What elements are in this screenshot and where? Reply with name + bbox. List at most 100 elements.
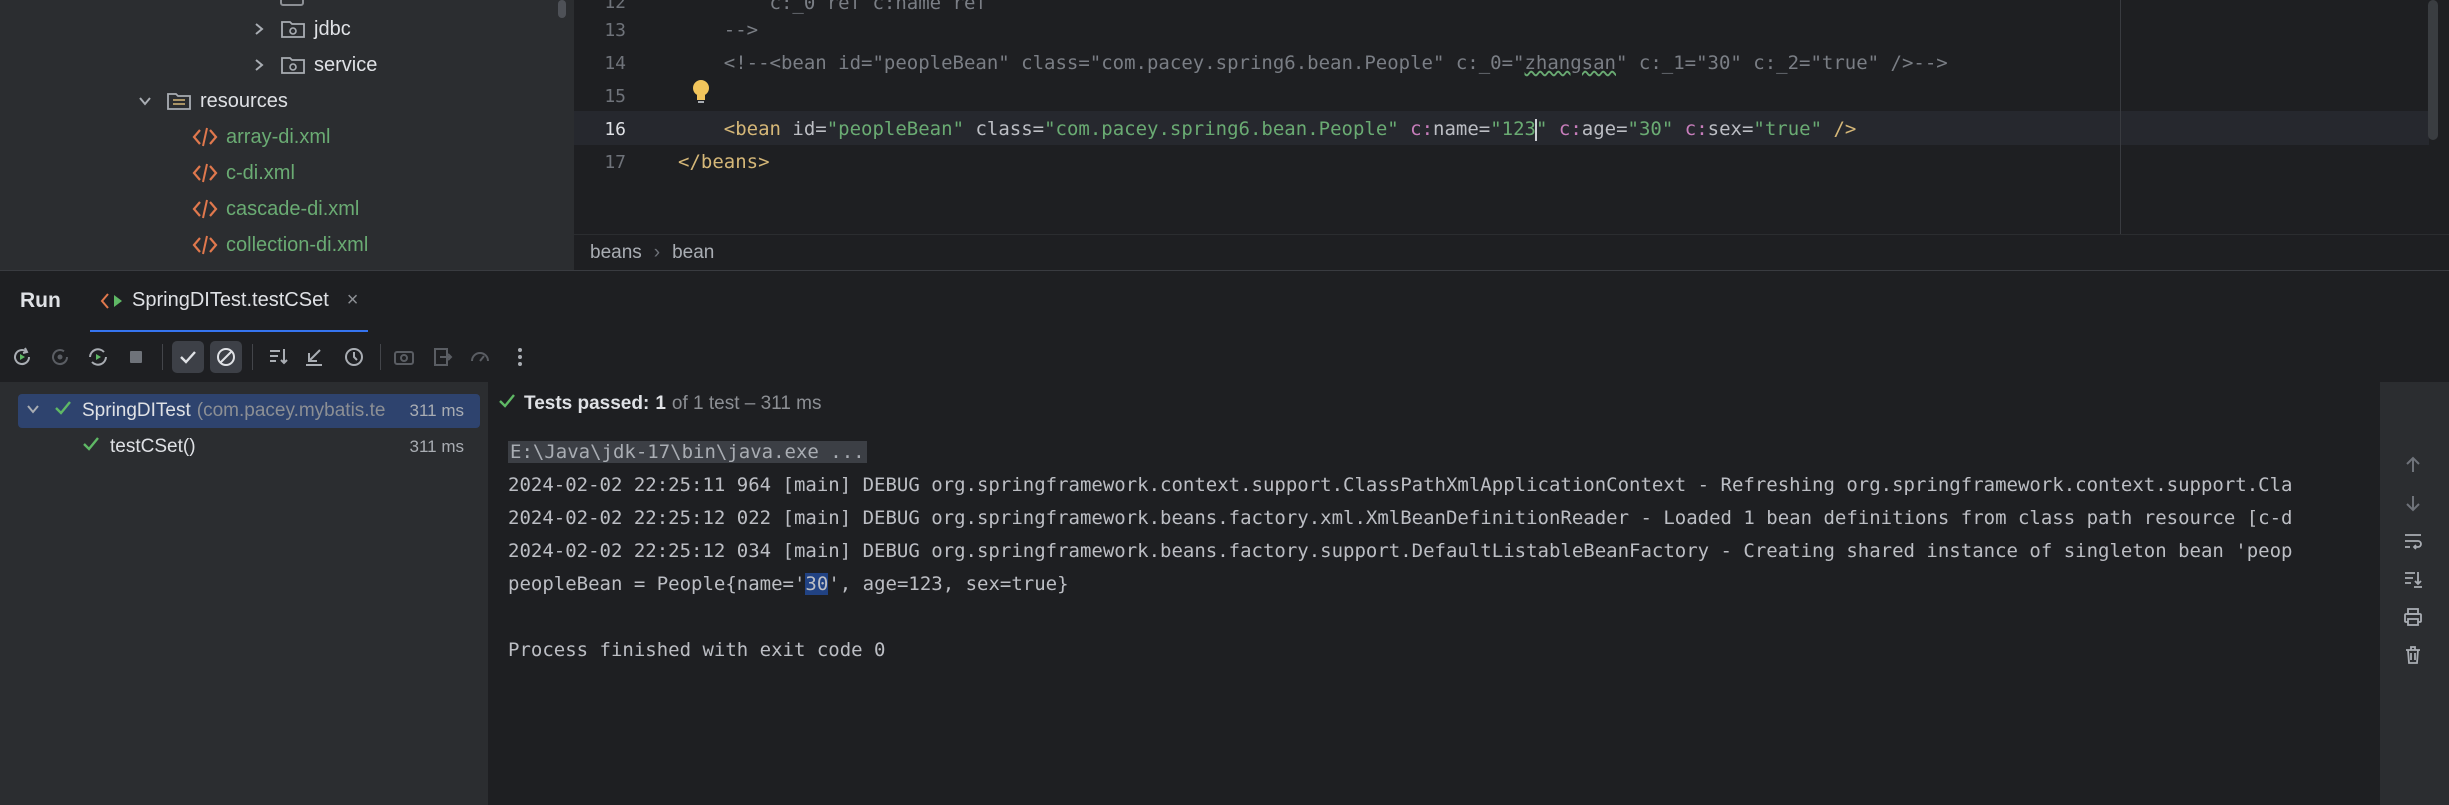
package-folder-icon	[280, 18, 306, 40]
test-run-icon	[100, 291, 124, 311]
run-toolbar	[0, 332, 2449, 382]
check-icon	[498, 392, 516, 416]
tree-item-collection-di-xml[interactable]: collection-di.xml	[192, 228, 368, 262]
code-line-14: <!--<bean id="peopleBean" class="com.pac…	[678, 52, 1948, 74]
tree-item-label: array-di.xml	[226, 125, 331, 148]
console-panel: Tests passed: 1 of 1 test – 311 ms E:\Ja…	[488, 382, 2380, 805]
line-number: 13	[604, 20, 626, 41]
lightbulb-icon[interactable]	[690, 78, 712, 104]
xml-file-icon	[192, 234, 218, 256]
soft-wrap-icon[interactable]	[2398, 526, 2428, 556]
tree-item-c-di-xml[interactable]: c-di.xml	[192, 156, 295, 190]
editor-gutter: 12 13 14 15 16 17	[574, 0, 678, 234]
breadcrumb: beans › bean	[574, 234, 2449, 271]
tree-item-label: collection-di.xml	[226, 233, 369, 256]
run-tab-springditest-testcset[interactable]: SpringDITest.testCSet ×	[90, 271, 369, 333]
chevron-right-icon[interactable]	[252, 22, 266, 36]
print-icon[interactable]	[2398, 602, 2428, 632]
console-command-line: E:\Java\jdk-17\bin\java.exe ...	[508, 436, 867, 469]
selected-text: 30	[805, 573, 829, 595]
chevron-down-icon[interactable]	[138, 94, 152, 108]
line-number-current: 16	[604, 119, 626, 140]
trash-icon[interactable]	[2398, 640, 2428, 670]
xml-file-icon	[192, 126, 218, 148]
test-suite-row[interactable]: SpringDITest (com.pacey.mybatis.te 311 m…	[18, 394, 480, 428]
test-suite-name: SpringDITest	[82, 400, 191, 421]
console-log-line: 2024-02-02 22:25:12 034 [main] DEBUG org…	[508, 540, 2293, 562]
rerun-icon[interactable]	[6, 341, 38, 373]
show-ignored-icon[interactable]	[210, 341, 242, 373]
typo-underlined-word: zhangsan	[1524, 52, 1616, 74]
chevron-down-icon[interactable]	[26, 400, 40, 422]
editor-scrollbar[interactable]	[2428, 0, 2438, 140]
console-side-toolbar	[2380, 382, 2449, 805]
tree-item-service[interactable]: service	[252, 48, 377, 82]
breadcrumb-item-beans[interactable]: beans	[590, 242, 642, 264]
test-case-name: testCSet()	[110, 436, 196, 457]
tree-item-label: resources	[200, 89, 288, 112]
line-number: 15	[604, 86, 626, 107]
line-number: 14	[604, 53, 626, 74]
xml-file-icon	[192, 162, 218, 184]
breadcrumb-separator-icon: ›	[653, 242, 661, 263]
console-command[interactable]: E:\Java\jdk-17\bin\java.exe ...	[508, 441, 867, 463]
folder-icon	[280, 0, 304, 6]
tests-passed-count: 1	[655, 393, 666, 414]
rerun-failed-icon[interactable]	[44, 341, 76, 373]
more-options-icon[interactable]	[504, 341, 536, 373]
console-output[interactable]: E:\Java\jdk-17\bin\java.exe ... 2024-02-…	[488, 436, 2380, 805]
close-icon[interactable]: ×	[347, 289, 359, 312]
check-icon	[54, 399, 72, 423]
project-tree-scrollbar[interactable]	[558, 0, 566, 18]
arrow-up-icon[interactable]	[2398, 450, 2428, 480]
package-folder-icon	[280, 54, 306, 76]
project-tree: jdbc service resources array-di.xml c-di…	[0, 0, 574, 270]
coverage-icon[interactable]	[464, 341, 496, 373]
tests-passed-label: Tests passed:	[524, 393, 650, 414]
history-icon[interactable]	[338, 341, 370, 373]
code-line-13: -->	[678, 19, 759, 41]
breadcrumb-item-bean[interactable]: bean	[672, 242, 714, 264]
test-duration: 311 ms	[409, 401, 465, 420]
rerun-automatically-icon[interactable]	[82, 341, 114, 373]
console-log-line: 2024-02-02 22:25:11 964 [main] DEBUG org…	[508, 474, 2293, 496]
tree-item-label: cascade-di.xml	[226, 197, 360, 220]
test-suite-package: (com.pacey.mybatis.te	[196, 400, 386, 421]
console-result-line: peopleBean = People{name='30', age=123, …	[508, 573, 1069, 595]
sort-icon[interactable]	[262, 341, 294, 373]
code-line-16: <bean id="peopleBean" class="com.pacey.s…	[723, 118, 1857, 141]
tree-item-label: jdbc	[314, 17, 351, 40]
chevron-right-icon[interactable]	[252, 58, 266, 72]
camera-icon[interactable]	[388, 341, 420, 373]
xml-file-icon	[192, 198, 218, 220]
test-duration: 311 ms	[409, 437, 465, 456]
line-number: 17	[604, 152, 626, 173]
line-number: 12	[604, 0, 626, 13]
test-results-tree: SpringDITest (com.pacey.mybatis.te 311 m…	[0, 382, 488, 805]
check-icon	[82, 435, 100, 459]
tree-item-jdbc[interactable]: jdbc	[252, 12, 351, 46]
tree-item-resources[interactable]: resources	[138, 84, 288, 118]
run-window-title: Run	[20, 289, 61, 312]
test-case-row[interactable]: testCSet() 311 ms	[18, 430, 480, 464]
tree-item-label: c-di.xml	[226, 161, 295, 184]
code-editor[interactable]: 12 13 14 15 16 17 c:_0 ref c:name ref --…	[574, 0, 2449, 234]
scroll-to-end-icon[interactable]	[2398, 564, 2428, 594]
code-line-17: </beans>	[678, 151, 770, 173]
arrow-down-icon[interactable]	[2398, 488, 2428, 518]
run-tab-label: SpringDITest.testCSet	[132, 289, 329, 311]
import-tests-icon[interactable]	[298, 341, 330, 373]
tree-item-array-di-xml[interactable]: array-di.xml	[192, 120, 330, 154]
right-margin-guide	[2120, 0, 2121, 234]
run-tool-window-header: Run SpringDITest.testCSet ×	[0, 270, 2449, 333]
tree-item-cascade-di-xml[interactable]: cascade-di.xml	[192, 192, 359, 226]
console-log-line: 2024-02-02 22:25:12 022 [main] DEBUG org…	[508, 507, 2293, 529]
resources-folder-icon	[166, 90, 192, 112]
exit-icon[interactable]	[426, 341, 458, 373]
show-passed-icon[interactable]	[172, 341, 204, 373]
stop-icon[interactable]	[120, 341, 152, 373]
tests-passed-detail: of 1 test – 311 ms	[671, 393, 822, 414]
tree-item-label: service	[314, 53, 378, 76]
console-exit-line: Process finished with exit code 0	[508, 639, 886, 661]
test-status-bar: Tests passed: 1 of 1 test – 311 ms	[498, 392, 822, 416]
